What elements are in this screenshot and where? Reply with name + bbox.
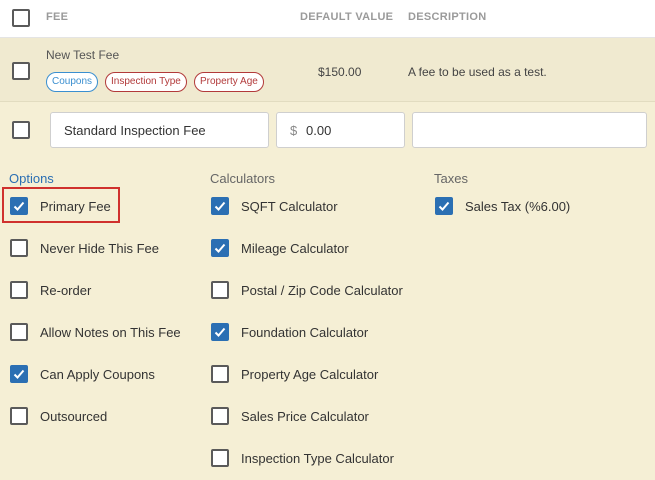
allow-notes-on-this-fee-label[interactable]: Allow Notes on This Fee	[40, 325, 181, 340]
default-value-input[interactable]: $ 0.00	[276, 112, 405, 148]
table-row[interactable]: New Test Fee Coupons Inspection Type Pro…	[0, 38, 655, 102]
tag-inspection-type: Inspection Type	[105, 72, 187, 92]
description-column-header: DESCRIPTION	[408, 11, 487, 23]
can-apply-coupons-label[interactable]: Can Apply Coupons	[40, 367, 155, 382]
checkmark-icon	[214, 201, 226, 211]
can-apply-coupons-checkbox[interactable]	[10, 365, 28, 383]
tag-property-age: Property Age	[194, 72, 264, 92]
description-input[interactable]	[412, 112, 647, 148]
never-hide-this-fee-label[interactable]: Never Hide This Fee	[40, 241, 159, 256]
row-checkbox[interactable]	[12, 62, 30, 80]
postal-zip-code-calculator-label[interactable]: Postal / Zip Code Calculator	[241, 283, 403, 298]
outsourced-checkbox[interactable]	[10, 407, 28, 425]
calculators-heading: Calculators	[210, 171, 276, 186]
outsourced-label[interactable]: Outsourced	[40, 409, 107, 424]
sales-price-calculator-label[interactable]: Sales Price Calculator	[241, 409, 369, 424]
inspection-type-calculator-label[interactable]: Inspection Type Calculator	[241, 451, 394, 466]
table-header: FEE DEFAULT VALUE DESCRIPTION	[0, 0, 655, 38]
edit-row-checkbox[interactable]	[12, 121, 30, 139]
property-age-calculator-checkbox[interactable]	[211, 365, 229, 383]
default-value-column-header: DEFAULT VALUE	[300, 11, 394, 23]
default-value-input-value: 0.00	[306, 123, 332, 138]
checkmark-icon	[13, 201, 25, 211]
sales-price-calculator-checkbox[interactable]	[211, 407, 229, 425]
sales-tax-6-00-checkbox[interactable]	[435, 197, 453, 215]
fee-name-input[interactable]: Standard Inspection Fee	[50, 112, 269, 148]
foundation-calculator-label[interactable]: Foundation Calculator	[241, 325, 368, 340]
fee-column-header: FEE	[46, 11, 69, 23]
sales-tax-6-00-label[interactable]: Sales Tax (%6.00)	[465, 199, 570, 214]
re-order-label[interactable]: Re-order	[40, 283, 91, 298]
re-order-checkbox[interactable]	[10, 281, 28, 299]
primary-fee-label[interactable]: Primary Fee	[40, 199, 111, 214]
fee-name: New Test Fee	[46, 48, 120, 62]
postal-zip-code-calculator-checkbox[interactable]	[211, 281, 229, 299]
mileage-calculator-label[interactable]: Mileage Calculator	[241, 241, 349, 256]
inspection-type-calculator-checkbox[interactable]	[211, 449, 229, 467]
sqft-calculator-label[interactable]: SQFT Calculator	[241, 199, 338, 214]
mileage-calculator-checkbox[interactable]	[211, 239, 229, 257]
property-age-calculator-label[interactable]: Property Age Calculator	[241, 367, 378, 382]
foundation-calculator-checkbox[interactable]	[211, 323, 229, 341]
taxes-heading: Taxes	[434, 171, 468, 186]
primary-fee-checkbox[interactable]	[10, 197, 28, 215]
options-heading: Options	[9, 171, 54, 186]
fee-name-input-value: Standard Inspection Fee	[64, 123, 206, 138]
checkmark-icon	[438, 201, 450, 211]
checkmark-icon	[13, 369, 25, 379]
fee-default-value: $150.00	[318, 65, 362, 79]
sqft-calculator-checkbox[interactable]	[211, 197, 229, 215]
currency-symbol: $	[290, 123, 298, 138]
tag-coupons: Coupons	[46, 72, 99, 92]
allow-notes-on-this-fee-checkbox[interactable]	[10, 323, 28, 341]
select-all-checkbox[interactable]	[12, 9, 30, 27]
checkmark-icon	[214, 243, 226, 253]
fee-description: A fee to be used as a test.	[408, 65, 547, 79]
checkmark-icon	[214, 327, 226, 337]
never-hide-this-fee-checkbox[interactable]	[10, 239, 28, 257]
